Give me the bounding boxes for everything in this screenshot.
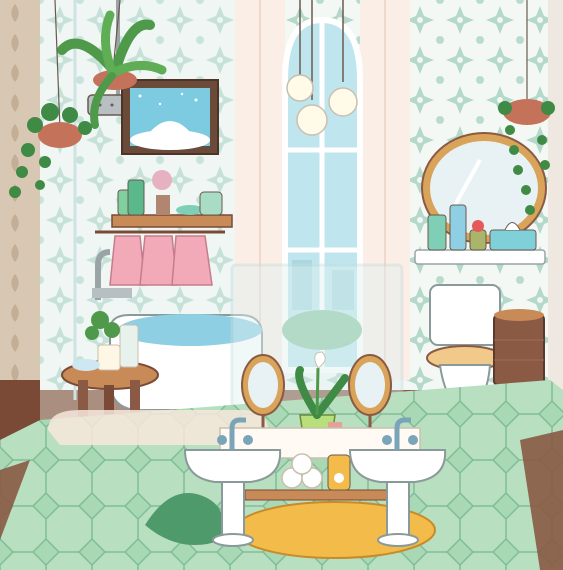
wicker-basket: [493, 309, 545, 386]
bulb-icon: [328, 87, 358, 117]
bathroom-illustration: [0, 0, 563, 570]
right-wall-edge: [548, 0, 563, 400]
pink-bathrobes: [109, 235, 213, 286]
bulb-icon: [286, 74, 314, 102]
bathroom-scene: [0, 0, 563, 570]
bulb-icon: [296, 104, 328, 136]
framed-snow-painting: [121, 79, 219, 155]
